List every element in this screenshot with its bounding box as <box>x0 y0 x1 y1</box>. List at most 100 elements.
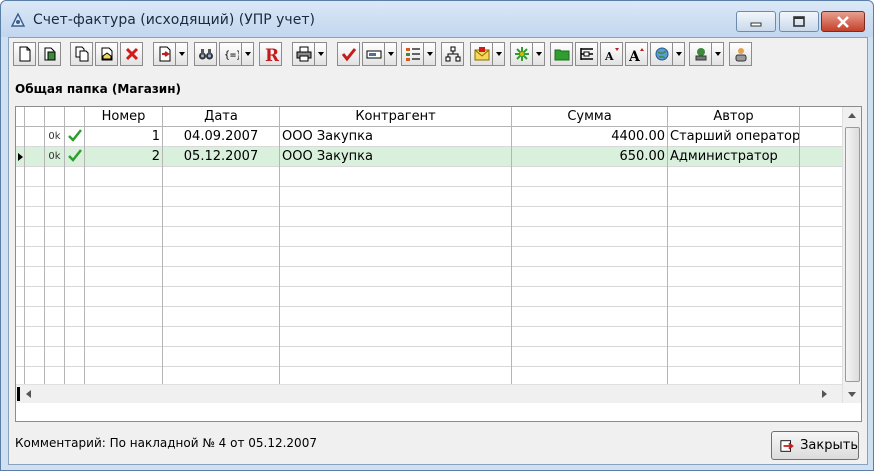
row-number[interactable] <box>85 347 163 367</box>
export-dropdown[interactable] <box>176 42 188 66</box>
row-counterparty[interactable] <box>280 327 512 347</box>
row-counterparty[interactable]: ООО Закупка <box>280 127 512 147</box>
save-button[interactable] <box>38 42 61 66</box>
row-number[interactable]: 1 <box>85 127 163 147</box>
close-button[interactable]: Закрыть <box>771 431 859 460</box>
row-sum[interactable]: 4400.00 <box>512 127 668 147</box>
snowflake-dropdown[interactable] <box>533 42 545 66</box>
stamp-dropdown[interactable] <box>712 42 724 66</box>
empty-table-row[interactable] <box>16 287 843 307</box>
empty-table-row[interactable] <box>16 247 843 267</box>
horizontal-scrollbar[interactable] <box>16 384 843 403</box>
vertical-scroll-thumb[interactable] <box>845 127 860 382</box>
globe-button[interactable] <box>650 42 673 66</box>
row-author[interactable] <box>668 167 800 187</box>
filter-button[interactable]: {=} <box>219 42 242 66</box>
row-date[interactable] <box>163 187 280 207</box>
user-button[interactable] <box>729 42 752 66</box>
header-number[interactable]: Номер <box>85 107 163 127</box>
empty-table-row[interactable] <box>16 227 843 247</box>
row-counterparty[interactable]: ООО Закупка <box>280 147 512 167</box>
scroll-right-arrow-icon[interactable] <box>822 390 827 398</box>
row-date[interactable] <box>163 287 280 307</box>
row-author[interactable]: Администратор <box>668 147 800 167</box>
header-date[interactable]: Дата <box>163 107 280 127</box>
row-sum[interactable] <box>512 267 668 287</box>
globe-dropdown[interactable] <box>673 42 685 66</box>
search-button[interactable] <box>194 42 217 66</box>
header-check[interactable] <box>65 107 85 127</box>
row-number[interactable] <box>85 247 163 267</box>
filter-dropdown[interactable] <box>242 42 254 66</box>
list-tree-button[interactable] <box>401 42 424 66</box>
title-bar[interactable]: Счет-фактура (исходящий) (УПР учет) <box>1 1 873 37</box>
row-author[interactable] <box>668 327 800 347</box>
export-button[interactable] <box>153 42 176 66</box>
row-author[interactable] <box>668 247 800 267</box>
row-number[interactable] <box>85 187 163 207</box>
empty-table-row[interactable] <box>16 267 843 287</box>
row-number[interactable] <box>85 267 163 287</box>
maximize-button[interactable] <box>779 11 819 32</box>
row-number[interactable] <box>85 327 163 347</box>
empty-table-row[interactable] <box>16 187 843 207</box>
row-counterparty[interactable] <box>280 207 512 227</box>
row-counterparty[interactable] <box>280 307 512 327</box>
row-sum[interactable] <box>512 347 668 367</box>
scroll-down-arrow-icon[interactable] <box>848 392 856 397</box>
label-dropdown[interactable] <box>385 42 397 66</box>
row-counterparty[interactable] <box>280 187 512 207</box>
row-sum[interactable]: 650.00 <box>512 147 668 167</box>
row-date[interactable] <box>163 247 280 267</box>
row-number[interactable] <box>85 227 163 247</box>
row-sum[interactable] <box>512 227 668 247</box>
row-author[interactable] <box>668 187 800 207</box>
row-number[interactable] <box>85 207 163 227</box>
row-date[interactable] <box>163 327 280 347</box>
header-sum[interactable]: Сумма <box>512 107 668 127</box>
close-window-button[interactable] <box>821 11 865 32</box>
row-author[interactable] <box>668 207 800 227</box>
row-sum[interactable] <box>512 307 668 327</box>
row-author[interactable] <box>668 227 800 247</box>
scroll-left-arrow-icon[interactable] <box>26 390 31 398</box>
data-grid[interactable]: Номер Дата Контрагент Сумма Автор 0k 1 04.… <box>15 106 862 422</box>
columns-button[interactable] <box>575 42 598 66</box>
row-sum[interactable] <box>512 287 668 307</box>
row-sum[interactable] <box>512 167 668 187</box>
scroll-up-arrow-icon[interactable] <box>848 113 856 118</box>
row-author[interactable] <box>668 347 800 367</box>
row-date[interactable] <box>163 347 280 367</box>
row-date[interactable] <box>163 267 280 287</box>
header-counterparty[interactable]: Контрагент <box>280 107 512 127</box>
list-tree-dropdown[interactable] <box>424 42 436 66</box>
row-author[interactable] <box>668 307 800 327</box>
print-button[interactable] <box>292 42 315 66</box>
row-number[interactable]: 2 <box>85 147 163 167</box>
row-counterparty[interactable] <box>280 287 512 307</box>
empty-table-row[interactable] <box>16 307 843 327</box>
new-document-button[interactable] <box>13 42 36 66</box>
vertical-scrollbar[interactable] <box>842 107 861 403</box>
open-envelope-button[interactable] <box>95 42 118 66</box>
row-sum[interactable] <box>512 187 668 207</box>
font-increase-button[interactable]: A <box>625 42 648 66</box>
row-counterparty[interactable] <box>280 167 512 187</box>
row-date[interactable] <box>163 167 280 187</box>
mail-dropdown[interactable] <box>493 42 505 66</box>
row-number[interactable] <box>85 287 163 307</box>
row-counterparty[interactable] <box>280 247 512 267</box>
row-date[interactable] <box>163 307 280 327</box>
label-button[interactable] <box>362 42 385 66</box>
folder-button[interactable] <box>550 42 573 66</box>
hierarchy-button[interactable] <box>441 42 464 66</box>
copy-button[interactable] <box>70 42 93 66</box>
row-counterparty[interactable] <box>280 267 512 287</box>
row-author[interactable] <box>668 287 800 307</box>
table-row[interactable]: 0k 1 04.09.2007 ООО Закупка 4400.00 Старший о… <box>16 127 843 147</box>
empty-table-row[interactable] <box>16 167 843 187</box>
snowflake-button[interactable] <box>510 42 533 66</box>
row-sum[interactable] <box>512 207 668 227</box>
mail-button[interactable] <box>470 42 493 66</box>
table-row[interactable]: 0k 2 05.12.2007 ООО Закупка 650.00 Администра… <box>16 147 843 167</box>
